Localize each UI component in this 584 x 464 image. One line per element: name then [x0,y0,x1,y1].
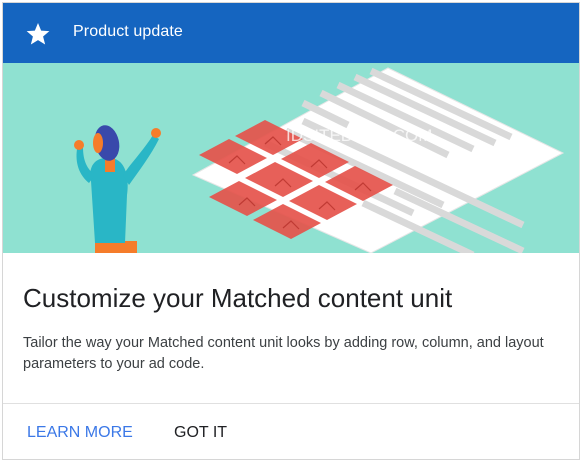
person-illustration [74,125,161,253]
card-header: Product update [3,3,579,63]
got-it-button[interactable]: GOT IT [174,424,227,442]
product-update-card: Product update IDSITEBLOG.COM Customize … [2,2,580,460]
watermark-text: IDSITEBLOG.COM [286,126,432,145]
matched-content-illustration: IDSITEBLOG.COM [74,67,565,253]
learn-more-button[interactable]: LEARN MORE [27,424,133,442]
card-title: Customize your Matched content unit [23,283,453,313]
card-actions: LEARN MORE GOT IT [3,404,579,459]
illustration-banner: IDSITEBLOG.COM [3,63,579,253]
card-description: Tailor the way your Matched content unit… [23,335,544,372]
card-content: Customize your Matched content unit Tail… [3,253,579,403]
star-icon [26,22,50,45]
header-title: Product update [73,23,183,40]
